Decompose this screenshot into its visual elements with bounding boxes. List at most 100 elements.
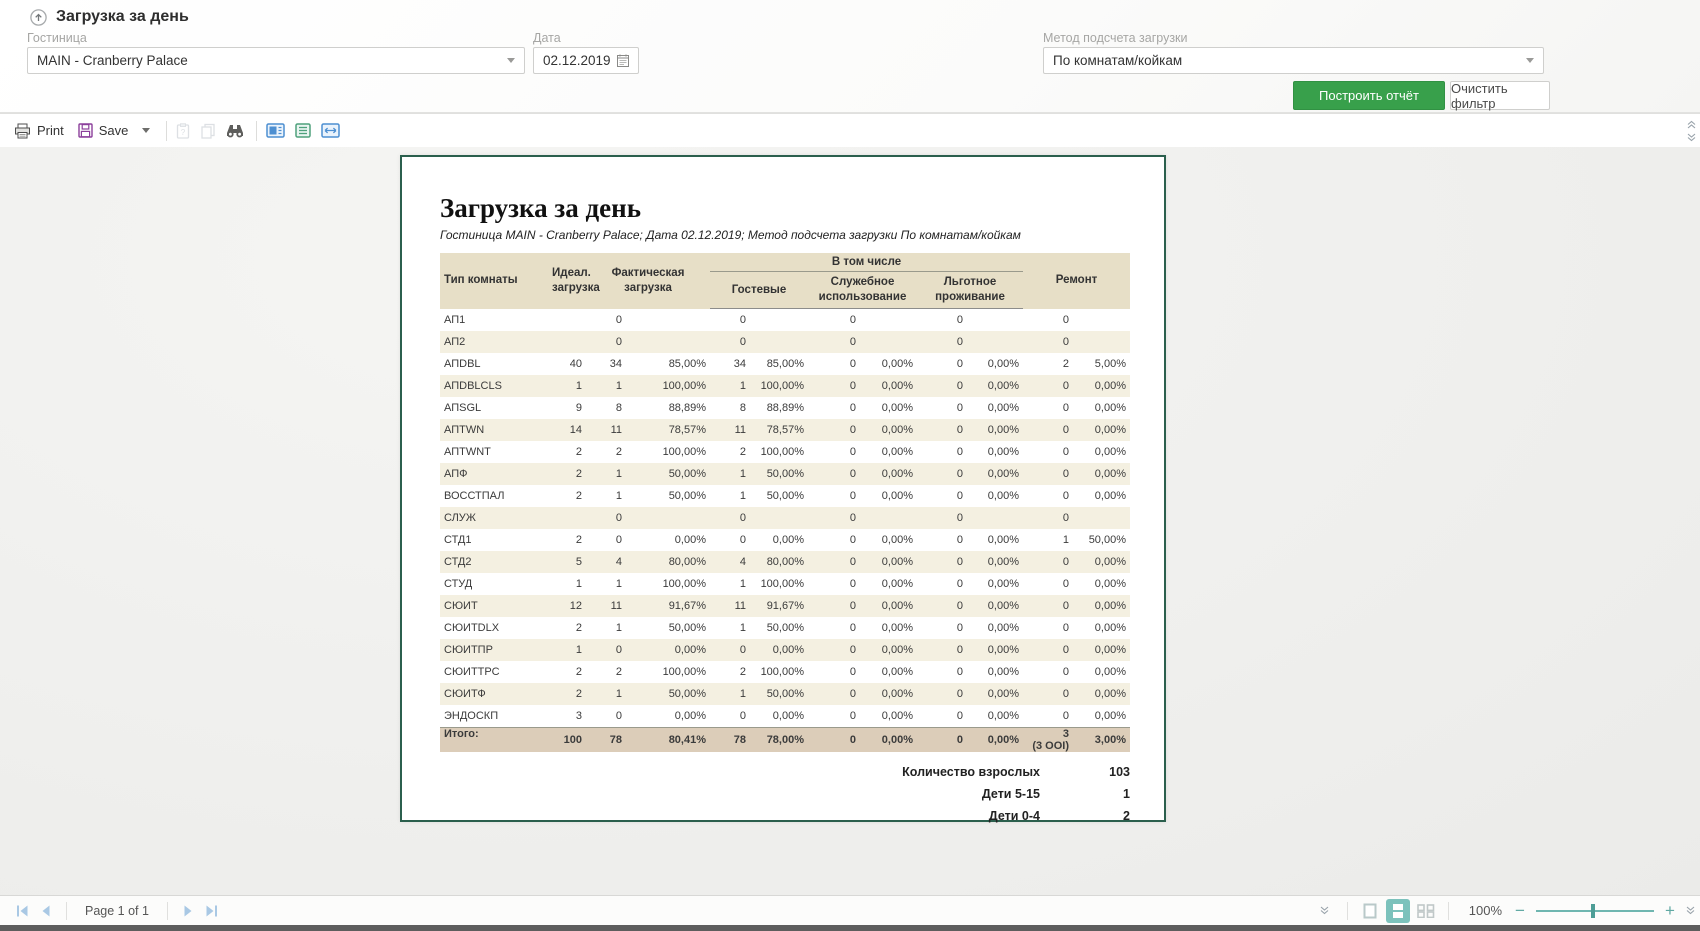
hotel-label: Гостиница xyxy=(27,31,87,45)
zoom-slider[interactable] xyxy=(1536,910,1654,912)
value-cell xyxy=(1073,309,1130,332)
value-cell: 9 xyxy=(548,397,586,419)
value-cell: 50,00% xyxy=(626,463,710,485)
value-cell: 100,00% xyxy=(626,441,710,463)
table-row: АПФ2150,00%150,00%00,00%00,00%00,00% xyxy=(440,463,1130,485)
report-preview-area[interactable]: Загрузка за день Гостиница MAIN - Cranbe… xyxy=(0,147,1700,895)
col-concession: Льготное проживание xyxy=(917,272,1023,309)
value-cell: 0,00% xyxy=(1073,485,1130,507)
table-row: ВОССТПАЛ2150,00%150,00%00,00%00,00%00,00… xyxy=(440,485,1130,507)
value-cell: 0 xyxy=(808,661,860,683)
toolbar-scrollbar xyxy=(1685,116,1698,145)
fit-width-icon[interactable] xyxy=(321,123,340,138)
next-page-button[interactable] xyxy=(176,900,200,922)
value-cell: 34 xyxy=(586,353,626,375)
value-cell: 1 xyxy=(710,683,750,705)
value-cell: 0,00% xyxy=(860,485,917,507)
scroll-down-icon[interactable] xyxy=(1686,131,1698,143)
view-multi-page-button[interactable] xyxy=(1414,899,1438,923)
value-cell: 0 xyxy=(710,309,750,332)
collapse-panel-icon[interactable] xyxy=(30,9,47,26)
value-cell xyxy=(1073,507,1130,529)
value-cell: 0 xyxy=(710,507,750,529)
value-cell: 100,00% xyxy=(626,573,710,595)
table-row: СТД1200,00%00,00%00,00%00,00%150,00% xyxy=(440,529,1130,551)
chevron-down-icon xyxy=(142,128,150,133)
value-cell: 0 xyxy=(808,375,860,397)
chevron-down-icon xyxy=(507,58,515,63)
value-cell: 88,89% xyxy=(750,397,808,419)
value-cell: 0 xyxy=(917,397,967,419)
value-cell xyxy=(548,331,586,353)
value-cell: 0 xyxy=(1023,463,1073,485)
value-cell xyxy=(860,331,917,353)
value-cell: 0,00% xyxy=(1073,639,1130,661)
value-cell: 0 xyxy=(808,353,860,375)
statusbar-separator xyxy=(66,902,67,920)
value-cell: 91,67% xyxy=(626,595,710,617)
view-continuous-button[interactable] xyxy=(1386,899,1410,923)
zoom-in-button[interactable]: + xyxy=(1662,901,1678,921)
search-binoculars-icon[interactable] xyxy=(226,123,244,138)
value-cell: 0 xyxy=(808,419,860,441)
app-window: Загрузка за день Гостиница MAIN - Cranbe… xyxy=(0,0,1700,931)
previous-page-button[interactable] xyxy=(34,900,58,922)
value-cell: 0,00% xyxy=(967,375,1023,397)
value-cell xyxy=(626,309,710,332)
value-cell: 0 xyxy=(808,397,860,419)
view-document-blue-icon[interactable] xyxy=(266,123,285,138)
table-row: АПSGL9888,89%888,89%00,00%00,00%00,00% xyxy=(440,397,1130,419)
method-select[interactable]: По комнатам/койкам xyxy=(1043,47,1544,74)
date-label: Дата xyxy=(533,31,561,45)
value-cell: 2 xyxy=(586,441,626,463)
col-actual: Фактическая загрузка xyxy=(586,253,710,309)
save-button[interactable]: Save xyxy=(78,123,151,138)
room-type-cell: АП1 xyxy=(440,309,548,332)
statusbar-separator xyxy=(1448,902,1449,920)
value-cell: 0,00% xyxy=(860,683,917,705)
value-cell: 1 xyxy=(710,617,750,639)
value-cell: 0 xyxy=(586,331,626,353)
scroll-down-icon[interactable] xyxy=(1684,905,1696,917)
total-cell: 3,00% xyxy=(1073,728,1130,753)
view-single-page-button[interactable] xyxy=(1358,899,1382,923)
zoom-out-button[interactable]: − xyxy=(1512,901,1528,921)
view-document-green-icon[interactable] xyxy=(295,123,311,138)
date-input[interactable]: 02.12.2019 xyxy=(533,47,639,74)
calendar-icon[interactable] xyxy=(617,54,629,67)
value-cell: 8 xyxy=(586,397,626,419)
printer-icon xyxy=(14,123,31,139)
zoom-level: 100% xyxy=(1469,903,1502,918)
value-cell: 0 xyxy=(808,485,860,507)
value-cell: 0 xyxy=(917,441,967,463)
value-cell: 0 xyxy=(586,309,626,332)
report-subtitle: Гостиница MAIN - Cranberry Palace; Дата … xyxy=(440,228,1130,242)
value-cell: 0 xyxy=(808,507,860,529)
last-page-button[interactable] xyxy=(200,900,224,922)
value-cell: 100,00% xyxy=(750,375,808,397)
hotel-select[interactable]: MAIN - Cranberry Palace xyxy=(27,47,525,74)
value-cell: 0,00% xyxy=(860,441,917,463)
value-cell: 0,00% xyxy=(1073,441,1130,463)
report-summary: Количество взрослых 103 Дети 5-15 1 Дети… xyxy=(440,761,1130,827)
scroll-down-icon[interactable] xyxy=(1319,905,1331,917)
table-row: АПDBL403485,00%3485,00%00,00%00,00%25,00… xyxy=(440,353,1130,375)
build-report-button[interactable]: Построить отчёт xyxy=(1293,81,1445,110)
scroll-up-icon[interactable] xyxy=(1686,118,1698,130)
value-cell: 50,00% xyxy=(626,683,710,705)
first-page-button[interactable] xyxy=(10,900,34,922)
value-cell xyxy=(967,309,1023,332)
print-button[interactable]: Print xyxy=(14,123,64,139)
value-cell: 0,00% xyxy=(967,639,1023,661)
report-title: Загрузка за день xyxy=(440,193,1130,223)
method-label: Метод подсчета загрузки xyxy=(1043,31,1188,45)
value-cell: 0,00% xyxy=(860,705,917,728)
clear-filter-button[interactable]: Очистить фильтр xyxy=(1450,81,1550,110)
value-cell: 0,00% xyxy=(967,661,1023,683)
total-cell: 78 xyxy=(586,728,626,753)
total-cell: 0 xyxy=(808,728,860,753)
value-cell: 0 xyxy=(710,331,750,353)
room-type-cell: АПTWNT xyxy=(440,441,548,463)
value-cell xyxy=(750,507,808,529)
zoom-slider-handle[interactable] xyxy=(1591,904,1595,918)
